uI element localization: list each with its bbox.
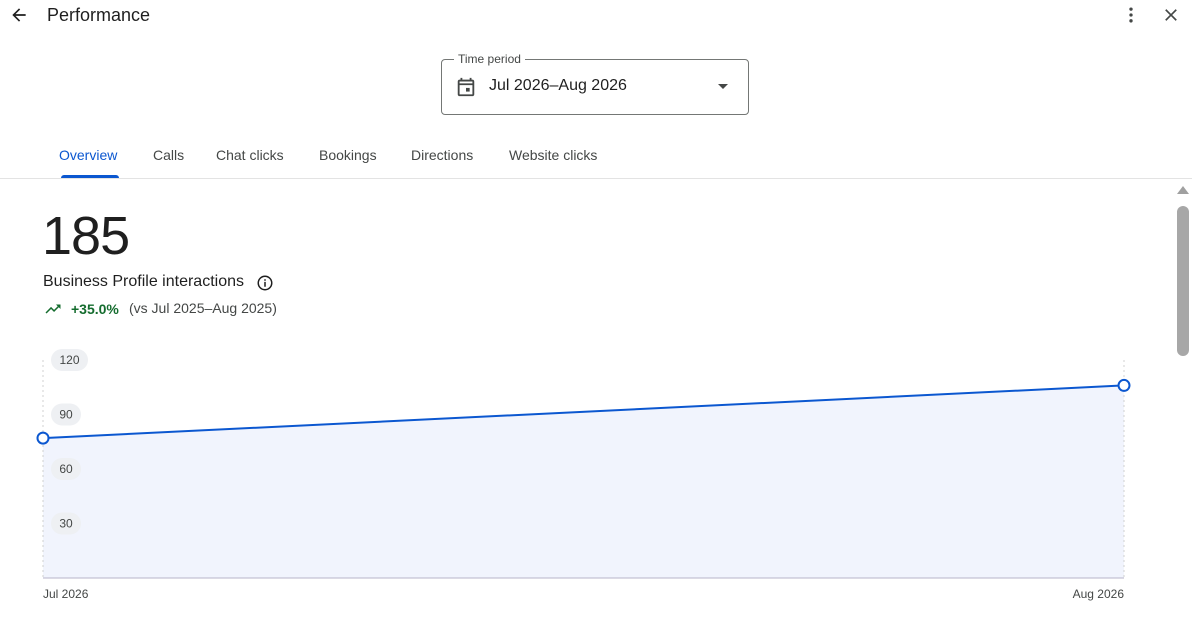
- time-period-select[interactable]: Time period Jul 2026–Aug 2026: [441, 52, 749, 115]
- trending-up-icon: [45, 304, 61, 314]
- more-options-button[interactable]: [1116, 0, 1146, 30]
- tabs-divider: [0, 178, 1192, 179]
- top-bar: Performance: [0, 0, 1192, 32]
- y-tick-label: 90: [59, 408, 73, 422]
- tab-directions[interactable]: Directions: [411, 147, 473, 163]
- more-vert-icon: [1129, 7, 1133, 23]
- interactions-chart: 120 90 60 30 Jul 2026 Aug 2026: [36, 349, 1131, 601]
- tab-overview[interactable]: Overview: [59, 147, 117, 163]
- y-tick-label: 120: [59, 353, 79, 367]
- tab-calls[interactable]: Calls: [153, 147, 184, 163]
- scroll-up-arrow-icon[interactable]: [1177, 186, 1189, 194]
- tab-website-clicks[interactable]: Website clicks: [509, 147, 597, 163]
- metric-label: Business Profile interactions: [43, 273, 244, 290]
- change-percentage: +35.0%: [71, 301, 119, 317]
- chart-area-fill: [43, 385, 1124, 578]
- comparison-period: (vs Jul 2025–Aug 2025): [129, 300, 277, 316]
- tab-bar: Overview Calls Chat clicks Bookings Dire…: [0, 132, 1192, 178]
- page-title: Performance: [47, 5, 151, 25]
- data-point-1: [1117, 378, 1131, 392]
- arrow-back-icon: [12, 8, 26, 22]
- time-period-label: Time period: [454, 52, 525, 66]
- back-button[interactable]: [4, 0, 34, 30]
- close-button[interactable]: [1156, 0, 1186, 30]
- scrollbar-thumb[interactable]: [1177, 206, 1189, 356]
- y-tick-label: 60: [59, 462, 73, 476]
- time-period-value: Jul 2026–Aug 2026: [489, 77, 627, 94]
- x-tick-label: Jul 2026: [43, 587, 89, 601]
- tab-chat-clicks[interactable]: Chat clicks: [216, 147, 284, 163]
- total-interactions-value: 185: [42, 206, 130, 266]
- dropdown-caret-icon: [718, 84, 728, 89]
- close-icon: [1165, 9, 1177, 21]
- x-tick-label: Aug 2026: [1073, 587, 1125, 601]
- info-icon[interactable]: [256, 274, 274, 292]
- data-point-0: [36, 431, 50, 445]
- calendar-icon: [457, 77, 475, 97]
- y-tick-label: 30: [59, 517, 73, 531]
- tab-bookings[interactable]: Bookings: [319, 147, 377, 163]
- scrollbar[interactable]: [1176, 182, 1190, 636]
